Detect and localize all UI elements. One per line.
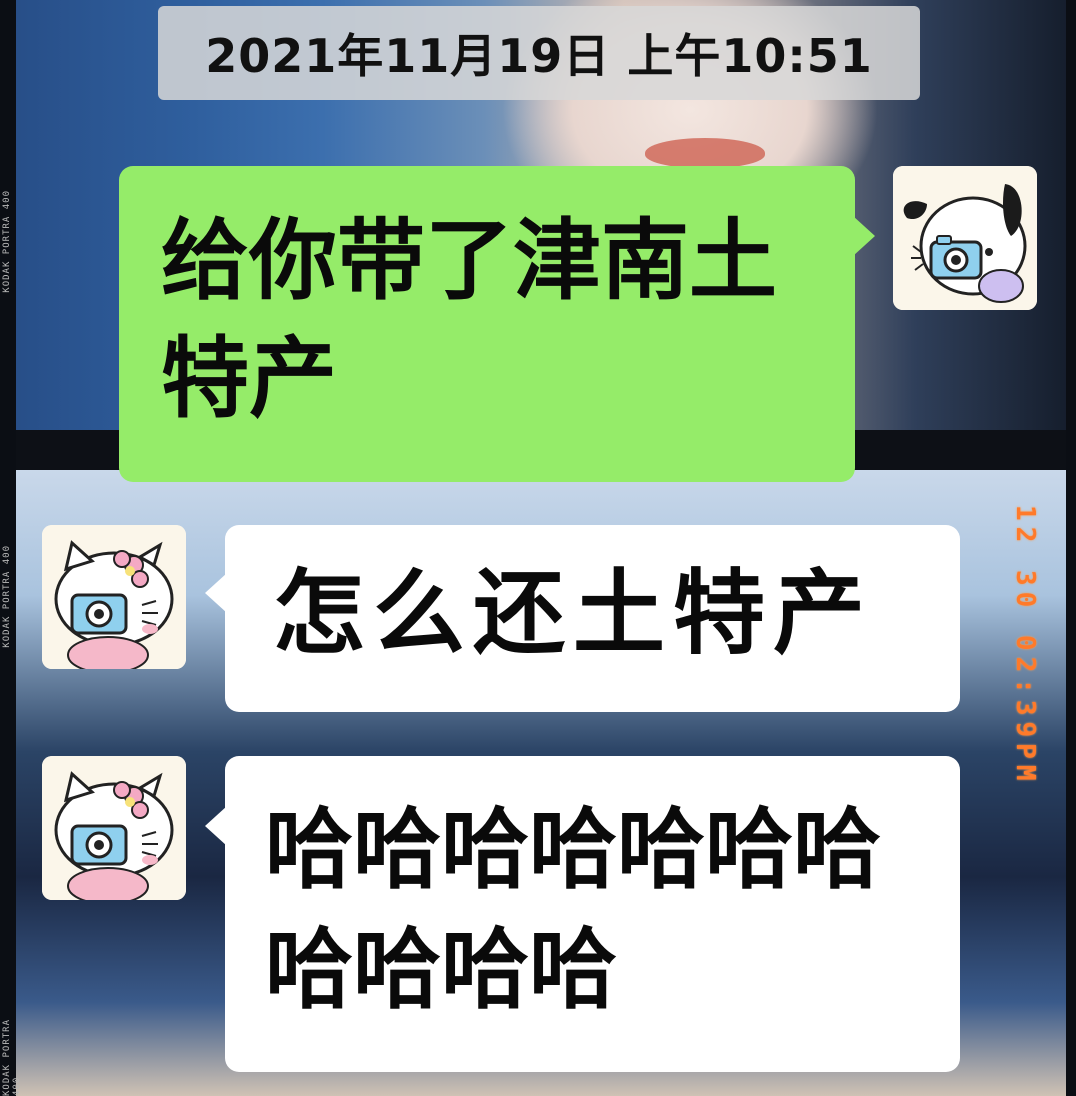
pochacco-camera-avatar-icon[interactable]	[893, 166, 1037, 310]
message-text: 怎么还土特产	[273, 560, 874, 667]
outgoing-message-bubble[interactable]: 给你带了津南土特产	[119, 166, 875, 482]
photo-lips	[645, 138, 765, 168]
bubble-tail	[853, 216, 875, 256]
bubble-tail	[205, 806, 227, 846]
hello-kitty-camera-avatar-icon[interactable]	[42, 525, 186, 669]
hello-kitty-camera-avatar-icon[interactable]	[42, 756, 186, 900]
incoming-message-bubble[interactable]: 怎么还土特产	[205, 525, 960, 712]
film-label: KODAK PORTRA 400	[2, 190, 12, 293]
film-edge-right	[1066, 0, 1076, 1096]
avatar-illustration	[42, 756, 186, 900]
bubble-tail	[205, 573, 227, 613]
film-label: KODAK PORTRA 400	[2, 545, 12, 648]
message-text: 给你带了津南土特产	[161, 209, 778, 430]
chat-timestamp: 2021年11月19日 上午10:51	[158, 6, 920, 100]
film-label: KODAK PORTRA 400	[2, 1018, 22, 1096]
avatar-illustration	[893, 166, 1037, 310]
photo-date-stamp: 12 30 02:39PM	[1010, 505, 1040, 787]
avatar-illustration	[42, 525, 186, 669]
incoming-message-bubble[interactable]: 哈哈哈哈哈哈哈哈哈哈哈	[205, 756, 960, 1072]
chat-timestamp-text: 2021年11月19日 上午10:51	[205, 29, 873, 83]
message-text: 哈哈哈哈哈哈哈哈哈哈哈	[265, 798, 882, 1021]
